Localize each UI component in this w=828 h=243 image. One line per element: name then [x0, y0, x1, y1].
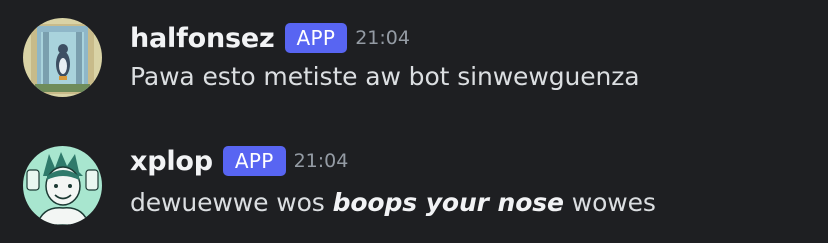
- app-badge: APP: [222, 146, 286, 176]
- message: halfonsez APP 21:04 Pawa esto metiste aw…: [0, 0, 828, 100]
- timestamp[interactable]: 21:04: [294, 150, 349, 172]
- message-content: dewuewwe wos boops your nose wowes: [130, 188, 656, 217]
- username[interactable]: xplop: [130, 146, 213, 177]
- message-header: xplop APP 21:04: [130, 141, 348, 181]
- avatar-image-icon: [23, 146, 102, 225]
- avatar[interactable]: [23, 146, 102, 225]
- app-badge: APP: [284, 23, 348, 53]
- avatar[interactable]: [23, 18, 102, 97]
- username[interactable]: halfonsez: [130, 23, 275, 54]
- timestamp[interactable]: 21:04: [355, 27, 410, 49]
- message: xplop APP 21:04 dewuewwe wos boops your …: [0, 126, 828, 226]
- message-header: halfonsez APP 21:04: [130, 18, 410, 58]
- message-text-emphasis: boops your nose: [332, 188, 564, 217]
- message-text-before: dewuewwe wos: [130, 188, 333, 217]
- message-content: Pawa esto metiste aw bot sinwewguenza: [130, 62, 640, 91]
- avatar-image-icon: [23, 18, 102, 97]
- message-text-after: wowes: [563, 188, 656, 217]
